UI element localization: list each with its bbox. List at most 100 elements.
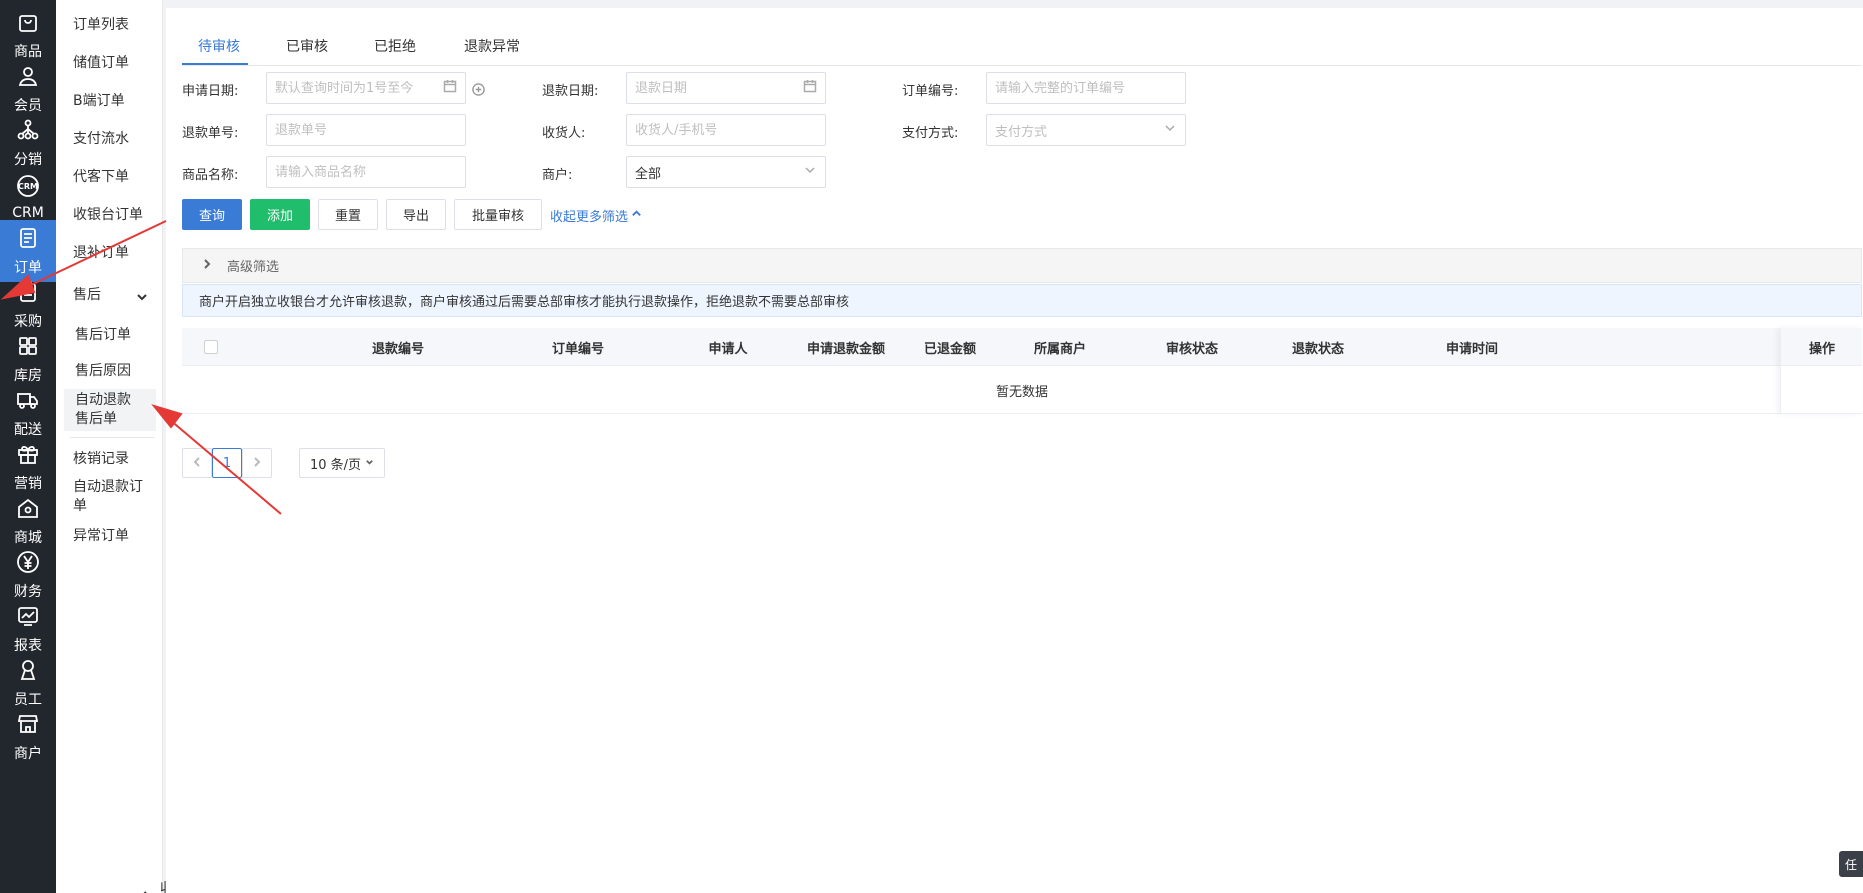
nav-item-purchase[interactable]: 采购 bbox=[0, 274, 56, 336]
query-button[interactable]: 查询 bbox=[182, 199, 242, 230]
truck-icon bbox=[16, 388, 40, 416]
receiver-label: 收货人: bbox=[542, 126, 586, 141]
tab-pending[interactable]: 待审核 bbox=[198, 36, 240, 56]
chevron-down-icon bbox=[1163, 121, 1177, 139]
goods-name-input[interactable] bbox=[275, 164, 457, 180]
nav-item-staff[interactable]: 员工 bbox=[0, 652, 56, 714]
col-applicant[interactable]: 申请人 bbox=[708, 338, 747, 357]
refund-no-field[interactable] bbox=[266, 114, 466, 146]
col-order-no[interactable]: 订单编号 bbox=[552, 338, 604, 357]
nav-item-order[interactable]: 订单 bbox=[0, 220, 56, 282]
pay-method-select[interactable]: 支付方式 bbox=[986, 114, 1186, 146]
apply-date-input[interactable] bbox=[275, 80, 443, 96]
chevron-down-icon bbox=[365, 456, 374, 471]
col-refunded-amount[interactable]: 已退金额 bbox=[924, 338, 976, 357]
sub-divider bbox=[70, 437, 155, 438]
fixed-actions-column: 操作 bbox=[1780, 328, 1862, 414]
select-all-checkbox[interactable] bbox=[204, 340, 218, 354]
export-button[interactable]: 导出 bbox=[386, 199, 446, 230]
col-merchant[interactable]: 所属商户 bbox=[1034, 338, 1086, 357]
pay-method-placeholder: 支付方式 bbox=[995, 124, 1048, 140]
chevron-right-icon bbox=[183, 258, 227, 274]
chevron-left-icon bbox=[192, 456, 202, 471]
col-refund-no[interactable]: 退款编号 bbox=[372, 338, 424, 357]
nav-item-mall[interactable]: 商城 bbox=[0, 490, 56, 552]
receiver-input[interactable] bbox=[635, 122, 817, 138]
empty-text: 暂无数据 bbox=[995, 385, 1049, 400]
refund-table: 退款编号 订单编号 申请人 申请退款金额 已退金额 所属商户 审核状态 退款状态… bbox=[182, 328, 1862, 414]
sub-item-auto-refund-after-sales[interactable]: 自动退款售后单 bbox=[64, 389, 156, 431]
refund-date-input[interactable] bbox=[635, 80, 803, 96]
sub-group-after-sales[interactable]: 售后 bbox=[73, 286, 101, 305]
active-tab-indicator bbox=[182, 63, 248, 65]
clipboard-icon bbox=[16, 280, 40, 308]
goods-name-field[interactable] bbox=[266, 156, 466, 188]
gift-icon bbox=[16, 442, 40, 470]
sub-item-payment-flow[interactable]: 支付流水 bbox=[73, 130, 129, 149]
order-icon bbox=[16, 226, 40, 254]
tab-rejected[interactable]: 已拒绝 bbox=[374, 36, 416, 56]
col-refund-status[interactable]: 退款状态 bbox=[1292, 338, 1344, 357]
status-tabs: 待审核 已审核 已拒绝 退款异常 bbox=[182, 28, 1862, 66]
nav-item-merchant[interactable]: 商户 bbox=[0, 706, 56, 768]
col-apply-time[interactable]: 申请时间 bbox=[1446, 338, 1498, 357]
sub-item-proxy-order[interactable]: 代客下单 bbox=[73, 168, 129, 187]
store-icon bbox=[16, 712, 40, 740]
reset-button[interactable]: 重置 bbox=[318, 199, 378, 230]
page-size-value: 10 条/页 bbox=[309, 457, 362, 473]
refund-no-label: 退款单号: bbox=[182, 126, 239, 141]
tab-refund-exception[interactable]: 退款异常 bbox=[464, 36, 520, 56]
calendar-icon bbox=[803, 79, 817, 97]
user-icon bbox=[16, 64, 40, 92]
sub-item-b2b-orders[interactable]: B端订单 bbox=[73, 92, 125, 111]
col-apply-amount[interactable]: 申请退款金额 bbox=[807, 338, 885, 357]
sub-item-after-sales-reasons[interactable]: 售后原因 bbox=[75, 362, 131, 381]
prev-page-button[interactable] bbox=[182, 448, 212, 478]
toggle-more-filters-link[interactable]: 收起更多筛选 bbox=[550, 206, 642, 225]
nav-item-finance[interactable]: 财务 bbox=[0, 544, 56, 606]
crm-icon: CRM bbox=[16, 174, 40, 202]
next-page-button[interactable] bbox=[242, 448, 272, 478]
chart-icon bbox=[16, 604, 40, 632]
page-size-select[interactable]: 10 条/页 bbox=[299, 448, 385, 478]
chevron-down-icon[interactable] bbox=[135, 290, 149, 304]
nav-item-distribution[interactable]: 分销 bbox=[0, 112, 56, 174]
apply-date-picker[interactable] bbox=[266, 72, 466, 104]
corner-badge[interactable]: 任 bbox=[1839, 851, 1863, 877]
sub-item-stored-value-orders[interactable]: 储值订单 bbox=[73, 54, 129, 73]
page-1-button[interactable]: 1 bbox=[212, 448, 242, 478]
pay-method-label: 支付方式: bbox=[902, 126, 959, 141]
nav-item-report[interactable]: 报表 bbox=[0, 598, 56, 660]
nav-item-warehouse[interactable]: 库房 bbox=[0, 328, 56, 390]
batch-review-button[interactable]: 批量审核 bbox=[454, 199, 542, 230]
advanced-filter-panel[interactable]: 高级筛选 bbox=[182, 248, 1862, 283]
sub-item-verification-records[interactable]: 核销记录 bbox=[73, 450, 129, 469]
refund-date-picker[interactable] bbox=[626, 72, 826, 104]
sub-item-after-sales-orders[interactable]: 售后订单 bbox=[75, 326, 131, 345]
nav-item-marketing[interactable]: 营销 bbox=[0, 436, 56, 498]
tab-approved[interactable]: 已审核 bbox=[286, 36, 328, 56]
nav-item-crm[interactable]: CRM CRM bbox=[0, 166, 56, 228]
sub-item-auto-refund-orders[interactable]: 自动退款订单 bbox=[73, 478, 153, 516]
sub-item-refund-orders[interactable]: 退补订单 bbox=[73, 244, 129, 263]
nav-item-goods[interactable]: 商品 bbox=[0, 4, 56, 66]
nav-item-delivery[interactable]: 配送 bbox=[0, 382, 56, 444]
chevron-up-icon bbox=[631, 208, 642, 223]
order-no-input[interactable] bbox=[995, 80, 1177, 96]
refund-no-input[interactable] bbox=[275, 122, 457, 138]
sub-item-cashier-orders[interactable]: 收银台订单 bbox=[73, 206, 143, 225]
order-no-field[interactable] bbox=[986, 72, 1186, 104]
table-body: 暂无数据 bbox=[182, 366, 1862, 414]
advanced-filter-label: 高级筛选 bbox=[227, 260, 280, 275]
nav-item-member[interactable]: 会员 bbox=[0, 58, 56, 120]
sub-item-order-list[interactable]: 订单列表 bbox=[73, 16, 129, 35]
receiver-field[interactable] bbox=[626, 114, 826, 146]
col-review-status[interactable]: 审核状态 bbox=[1166, 338, 1218, 357]
add-button[interactable]: 添加 bbox=[250, 199, 310, 230]
merchant-select[interactable]: 全部 bbox=[626, 156, 826, 188]
plus-circle-icon[interactable] bbox=[472, 83, 485, 100]
sub-item-abnormal-orders[interactable]: 异常订单 bbox=[73, 527, 129, 546]
calendar-icon bbox=[443, 79, 457, 97]
info-notice: 商户开启独立收银台才允许审核退款，商户审核通过后需要总部审核才能执行退款操作，拒… bbox=[182, 284, 1862, 317]
network-icon bbox=[16, 118, 40, 146]
